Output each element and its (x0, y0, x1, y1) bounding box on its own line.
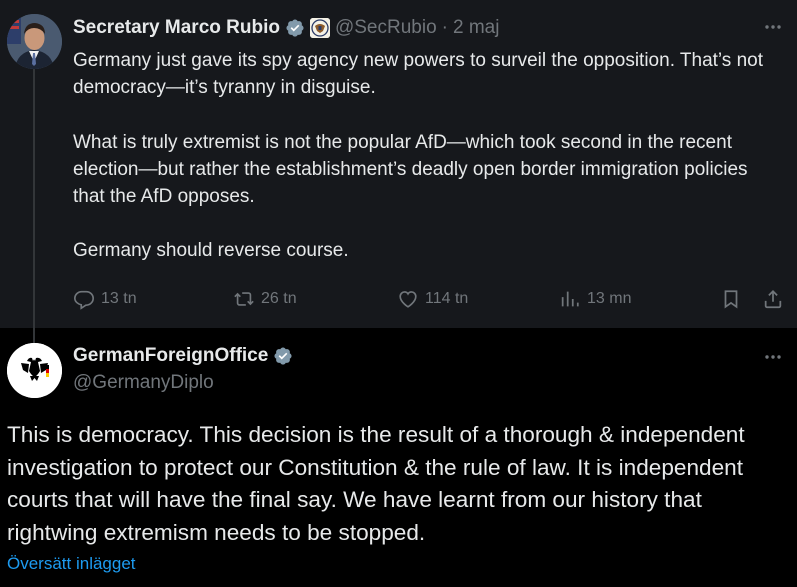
reply-button[interactable]: 13 tn (73, 284, 137, 314)
avatar[interactable] (7, 343, 62, 398)
parent-tweet[interactable]: Secretary Marco Rubio @SecRubio · 2 maj (0, 0, 797, 344)
views-button[interactable]: 13 mn (559, 284, 631, 314)
translate-post-link[interactable]: Översätt inlägget (7, 554, 136, 574)
author-handle[interactable]: @SecRubio (335, 17, 437, 39)
heart-icon (399, 291, 417, 308)
repost-count: 26 tn (261, 290, 297, 307)
post-date[interactable]: 2 maj (453, 17, 499, 39)
share-icon (764, 289, 782, 309)
verified-badge-icon (274, 347, 292, 365)
like-count: 114 tn (425, 290, 469, 307)
avatar[interactable] (7, 14, 62, 69)
verified-badge-icon (286, 19, 304, 37)
repost-button[interactable]: 26 tn (233, 284, 297, 314)
timeline: Secretary Marco Rubio @SecRubio · 2 maj (0, 0, 797, 587)
more-options-icon[interactable] (762, 346, 784, 368)
view-count: 13 mn (587, 290, 632, 307)
reply-icon (74, 290, 94, 310)
views-chart-icon (561, 291, 579, 307)
author-line: Secretary Marco Rubio @SecRubio · 2 maj (73, 14, 499, 42)
tweet-paragraph: What is truly extremist is not the popul… (73, 131, 748, 208)
more-options-icon[interactable] (762, 16, 784, 38)
government-seal-icon (309, 18, 330, 38)
bookmark-button[interactable] (720, 284, 742, 314)
tweet-actions: 13 tn 26 tn 114 tn 13 mn (73, 284, 793, 314)
tweet-text: Germany just gave its spy agency new pow… (73, 47, 773, 265)
author-handle[interactable]: @GermanyDiplo (73, 372, 214, 394)
reply-text: This is democracy. This decision is the … (7, 422, 745, 545)
author-line: GermanForeignOffice (73, 342, 293, 370)
like-button[interactable]: 114 tn (397, 284, 468, 314)
date-separator: · (441, 17, 448, 38)
tweet-paragraph: Germany should reverse course. (73, 240, 349, 262)
reply-count: 13 tn (101, 290, 137, 307)
avatar-portrait-icon (7, 14, 62, 69)
thread-connector-line (33, 68, 35, 344)
share-button[interactable] (762, 284, 784, 314)
federal-eagle-logo-icon (7, 343, 62, 398)
author-name[interactable]: GermanForeignOffice (73, 345, 268, 367)
bookmark-icon (724, 290, 738, 309)
tweet-paragraph: Germany just gave its spy agency new pow… (73, 50, 763, 99)
repost-icon (234, 292, 254, 306)
author-name[interactable]: Secretary Marco Rubio (73, 17, 280, 39)
